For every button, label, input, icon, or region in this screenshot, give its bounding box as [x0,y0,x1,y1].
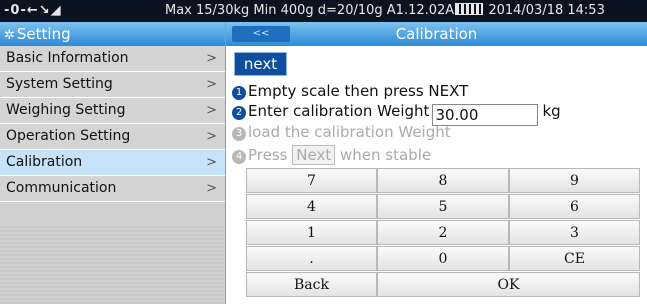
key-8[interactable]: 8 [377,168,509,193]
chevron-right-icon: > [206,51,217,66]
page-header: << Calibration [226,22,647,46]
sidebar-item-label: Weighing Setting [6,102,126,118]
sidebar-item-basic-information[interactable]: Basic Information > [0,46,225,72]
key-1[interactable]: 1 [246,220,377,245]
sidebar-item-communication[interactable]: Communication > [0,176,225,202]
main-panel: << Calibration next 1 Empty scale then pr… [226,22,647,304]
datetime-text: 2014/03/18 14:53 [484,3,605,18]
step-text: Empty scale then press NEXT [248,82,469,100]
key-decimal[interactable]: . [246,246,377,271]
inline-next-button: Next [292,145,336,165]
next-button[interactable]: next [234,52,287,76]
step-number-badge: 3 [232,127,246,141]
sidebar-item-label: Calibration [6,154,83,170]
sidebar-item-label: Communication [6,180,117,196]
status-bar: -0-←↘◢ Max 15/30kg Min 400g d=20/10g A1.… [0,0,647,22]
step-number-badge: 2 [232,106,246,120]
step-1: 1 Empty scale then press NEXT [232,82,468,100]
step-text: load the calibration Weight [248,123,451,141]
key-3[interactable]: 3 [509,220,640,245]
gear-icon: ✲ [4,28,15,43]
key-9[interactable]: 9 [509,168,640,193]
step-number-badge: 1 [232,86,246,100]
sidebar-item-calibration[interactable]: Calibration > [0,150,225,176]
sidebar-title: ✲ Setting [0,22,225,46]
sidebar-item-label: Basic Information [6,50,129,66]
unit-label: kg [542,102,561,120]
key-2[interactable]: 2 [377,220,509,245]
numeric-keypad: 7 8 9 4 5 6 1 2 3 . 0 CE Back OK [246,168,641,300]
key-backspace[interactable]: Back [246,272,377,297]
key-5[interactable]: 5 [377,194,509,219]
step-number-badge: 4 [232,150,246,164]
key-4[interactable]: 4 [246,194,377,219]
battery-icon [455,3,484,15]
step-text: when stable [340,146,432,164]
sidebar-item-weighing-setting[interactable]: Weighing Setting > [0,98,225,124]
chevron-right-icon: > [206,77,217,92]
sidebar-item-system-setting[interactable]: System Setting > [0,72,225,98]
step-text: Press [248,146,288,164]
step-3: 3 load the calibration Weight [232,123,451,141]
sidebar-item-operation-setting[interactable]: Operation Setting > [0,124,225,150]
chevron-right-icon: > [206,155,217,170]
chevron-right-icon: > [206,103,217,118]
key-ok[interactable]: OK [377,272,640,297]
key-6[interactable]: 6 [509,194,640,219]
step-text: Enter calibration Weight [248,102,430,120]
sidebar: ✲ Setting Basic Information > System Setti… [0,22,226,304]
chevron-right-icon: > [206,129,217,144]
sidebar-item-label: Operation Setting [6,128,131,144]
status-info: Max 15/30kg Min 400g d=20/10g A1.12.02A … [165,3,605,18]
key-7[interactable]: 7 [246,168,377,193]
scale-info-text: Max 15/30kg Min 400g d=20/10g A1.12.02A [165,3,455,18]
sidebar-item-label: System Setting [6,76,113,92]
chevron-right-icon: > [206,181,217,196]
sidebar-title-text: Setting [16,25,71,43]
key-clear[interactable]: CE [509,246,640,271]
page-title: Calibration [395,25,478,43]
step-4: 4 Press Next when stable [232,145,431,165]
status-icons: -0-←↘◢ [4,3,62,18]
sidebar-empty-area [0,224,225,304]
key-0[interactable]: 0 [377,246,509,271]
back-nav-button[interactable]: << [232,26,290,42]
